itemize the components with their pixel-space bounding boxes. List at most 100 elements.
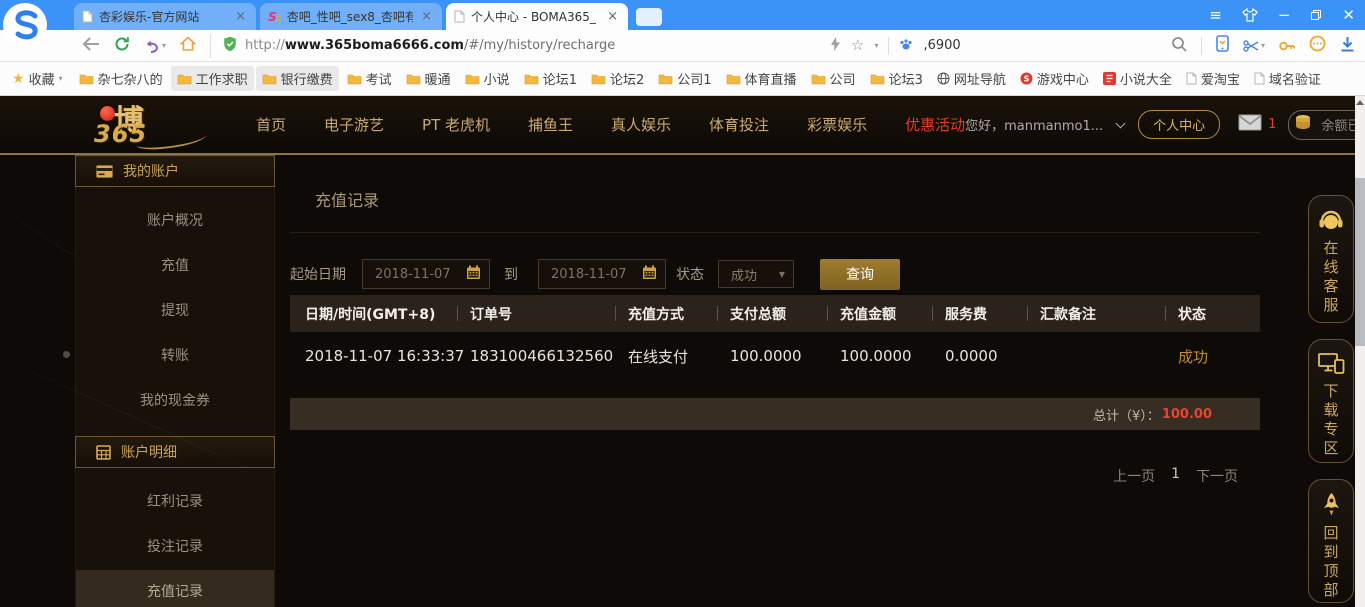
browser-tab[interactable]: S! 杏吧_性吧_sex8_杏吧有 ×	[260, 3, 442, 30]
bookmark-item[interactable]: 网址导航	[931, 66, 1012, 91]
browser-tab[interactable]: 个人中心 - BOMA365_ ×	[446, 3, 628, 30]
favorite-dropdown-icon[interactable]: ▾	[874, 41, 878, 50]
bookmark-item[interactable]: 公司1	[652, 66, 717, 91]
undo-icon[interactable]: ▾	[144, 39, 166, 53]
folder-icon	[347, 73, 362, 85]
nav-item[interactable]: 体育投注	[709, 114, 769, 135]
sidebar-item[interactable]: 账户概况	[76, 199, 274, 244]
nav-item[interactable]: 真人娱乐	[611, 114, 671, 135]
nav-item[interactable]: 彩票娱乐	[807, 114, 867, 135]
current-page-number[interactable]: 1	[1171, 466, 1180, 486]
bookmark-label: 体育直播	[744, 73, 797, 88]
search-icon[interactable]	[1171, 36, 1187, 56]
bookmark-item[interactable]: 爱淘宝	[1180, 66, 1246, 91]
end-date-input[interactable]: 2018-11-07	[538, 259, 666, 289]
bookmark-item[interactable]: 小说大全	[1097, 66, 1178, 91]
nav-item[interactable]: 捕鱼王	[528, 114, 573, 135]
column-header: 支付总额	[717, 304, 840, 324]
bookmark-item[interactable]: 银行缴费	[255, 66, 339, 91]
greeting-chevron-icon[interactable]	[1115, 118, 1126, 128]
scrollbar-thumb[interactable]	[1355, 178, 1365, 346]
minimize-icon[interactable]: −	[1278, 7, 1291, 23]
nav-item[interactable]: 优惠活动	[905, 114, 965, 135]
next-page-link[interactable]: 下一页	[1196, 466, 1238, 486]
back-to-top-button[interactable]: 回到顶部	[1308, 479, 1354, 603]
sidebar-item[interactable]: 充值	[76, 244, 274, 289]
url-field[interactable]: http://www.365boma6666.com/#/my/history/…	[210, 33, 830, 58]
bookmark-item[interactable]: 暖通	[400, 66, 457, 91]
menu-icon[interactable]: ≡	[1209, 7, 1222, 23]
browser-logo-icon[interactable]	[2, 2, 48, 48]
scrollbar[interactable]	[1355, 96, 1365, 607]
card-icon	[96, 164, 113, 178]
close-icon[interactable]: ✕	[1342, 7, 1355, 23]
skin-icon[interactable]	[1242, 8, 1258, 22]
sidebar-item[interactable]: 红利记录	[76, 480, 274, 525]
security-shield-icon[interactable]	[223, 36, 237, 56]
browser-tab[interactable]: 杏彩娱乐-官方网站 ×	[74, 3, 256, 30]
nav-item[interactable]: PT 老虎机	[422, 114, 490, 135]
bookmark-item[interactable]: 体育直播	[720, 66, 803, 91]
records-table: 日期/时间(GMT+8) 订单号 充值方式 支付总额 充值金额 服务费 汇款备注 状态 201…	[290, 295, 1260, 380]
assistant-ring-icon[interactable]	[1309, 35, 1326, 56]
folder-icon	[811, 73, 826, 85]
bookmark-item[interactable]: 论坛2	[585, 66, 650, 91]
mail-indicator[interactable]: 1	[1238, 114, 1276, 135]
scroll-up-icon[interactable]	[1356, 100, 1364, 105]
query-button[interactable]: 查询	[820, 258, 900, 290]
sidebar-item-list: 账户概况 充值 提现 转账 我的现金券	[75, 187, 275, 436]
phone-sync-icon[interactable]	[1216, 35, 1229, 56]
status-select[interactable]: 成功 ▼	[718, 260, 794, 288]
bookmark-item[interactable]: S 游戏中心	[1014, 66, 1095, 91]
folder-icon	[524, 73, 539, 85]
download-zone-button[interactable]: 下载专区	[1308, 339, 1354, 463]
back-icon[interactable]	[82, 36, 100, 55]
bookmark-label: 银行缴费	[280, 73, 333, 88]
sidebar-item[interactable]: 转账	[76, 334, 274, 379]
tab-close-icon[interactable]: ×	[605, 9, 620, 24]
window-controls: ≡ − ✕	[1209, 0, 1355, 30]
site-logo[interactable]: 博 365	[76, 98, 226, 152]
bookmark-item[interactable]: 域名验证	[1248, 66, 1327, 91]
bookmark-item[interactable]: 论坛1	[518, 66, 583, 91]
tab-close-icon[interactable]: ×	[419, 9, 434, 24]
sidebar-section-header: 我的账户	[75, 155, 275, 187]
bookmark-item[interactable]: 工作求职	[170, 66, 254, 91]
start-date-input[interactable]: 2018-11-07	[362, 259, 490, 289]
restore-icon[interactable]	[1310, 9, 1322, 21]
sidebar-item[interactable]: 提现	[76, 289, 274, 334]
browser-titlebar: 杏彩娱乐-官方网站 × S! 杏吧_性吧_sex8_杏吧有 × 个人中心 - BOMA36…	[0, 0, 1365, 47]
nav-item[interactable]: 电子游艺	[324, 114, 384, 135]
calendar-icon[interactable]	[642, 265, 657, 284]
profile-center-button[interactable]: 个人中心	[1138, 110, 1221, 139]
refresh-icon[interactable]	[114, 36, 130, 56]
password-key-icon[interactable]	[1279, 36, 1295, 55]
nav-item[interactable]: 首页	[256, 114, 286, 135]
screenshot-scissors-icon[interactable]: ▾	[1243, 39, 1265, 53]
download-icon[interactable]	[1340, 36, 1355, 56]
lightning-icon[interactable]	[830, 36, 841, 56]
prev-page-link[interactable]: 上一页	[1113, 466, 1155, 486]
favorites-menu[interactable]: ★ 收藏 ▾	[12, 69, 63, 89]
bookmark-item[interactable]: 论坛3	[864, 66, 929, 91]
favorites-label: 收藏	[28, 73, 55, 88]
bookmark-label: 杂七杂八的	[97, 73, 163, 88]
bookmark-item[interactable]: 公司	[805, 66, 862, 91]
translate-paw-icon[interactable]	[899, 36, 913, 55]
folder-icon	[870, 73, 885, 85]
favorite-star-icon[interactable]: ☆	[851, 38, 864, 53]
sidebar-item[interactable]: 投注记录	[76, 525, 274, 570]
bookmark-item[interactable]: 小说	[459, 66, 516, 91]
bookmark-item[interactable]: 杂七杂八的	[73, 66, 169, 91]
greeting-text[interactable]: 您好，manmanmo1...	[965, 115, 1103, 134]
tab-close-icon[interactable]: ×	[233, 9, 248, 24]
bookmark-item[interactable]: 考试	[341, 66, 398, 91]
new-tab-button[interactable]	[636, 8, 662, 26]
column-header: 日期/时间(GMT+8)	[305, 306, 436, 323]
table-cell: 100.0000	[840, 347, 912, 365]
home-icon[interactable]	[179, 36, 197, 55]
sidebar-item[interactable]: 充值记录	[76, 570, 274, 607]
calendar-icon[interactable]	[466, 265, 481, 284]
sidebar-item[interactable]: 我的现金券	[76, 379, 274, 424]
online-service-button[interactable]: 在线客服	[1308, 195, 1354, 323]
